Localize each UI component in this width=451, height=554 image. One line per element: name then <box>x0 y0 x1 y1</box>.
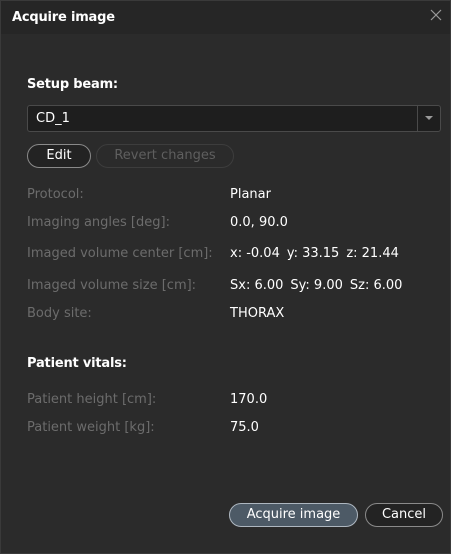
body-site-label: Body site: <box>27 306 92 321</box>
body-site-value: THORAX <box>230 306 285 321</box>
patient-weight-label: Patient weight [kg]: <box>27 420 155 435</box>
volume-center-label: Imaged volume center [cm]: <box>27 246 213 261</box>
acquire-image-button[interactable]: Acquire image <box>229 503 358 527</box>
volume-center-value: x: -0.04 y: 33.15 z: 21.44 <box>230 246 399 261</box>
close-icon[interactable] <box>428 7 444 23</box>
patient-height-label: Patient height [cm]: <box>27 392 157 407</box>
title-bar: Acquire image <box>1 1 450 34</box>
beam-select-value: CD_1 <box>36 111 70 126</box>
center-y-value: y: 33.15 <box>286 246 340 261</box>
size-sz-value: Sz: 6.00 <box>349 278 403 293</box>
volume-size-value: Sx: 6.00 Sy: 9.00 Sz: 6.00 <box>230 278 402 293</box>
cancel-button[interactable]: Cancel <box>365 503 443 527</box>
patient-weight-value: 75.0 <box>230 420 259 435</box>
dialog-title: Acquire image <box>12 10 115 25</box>
volume-size-label: Imaged volume size [cm]: <box>27 278 197 293</box>
protocol-label: Protocol: <box>27 187 84 202</box>
beam-select[interactable]: CD_1 <box>27 105 441 132</box>
imaging-angles-value: 0.0, 90.0 <box>230 215 288 230</box>
chevron-down-icon[interactable] <box>417 106 440 131</box>
protocol-value: Planar <box>230 187 271 202</box>
size-sy-value: Sy: 9.00 <box>290 278 343 293</box>
revert-changes-button[interactable]: Revert changes <box>96 144 234 168</box>
center-z-value: z: 21.44 <box>346 246 399 261</box>
size-sx-value: Sx: 6.00 <box>230 278 284 293</box>
patient-vitals-heading: Patient vitals: <box>27 356 127 371</box>
imaging-angles-label: Imaging angles [deg]: <box>27 215 170 230</box>
patient-height-value: 170.0 <box>230 392 268 407</box>
edit-button[interactable]: Edit <box>27 144 91 168</box>
center-x-value: x: -0.04 <box>230 246 280 261</box>
setup-beam-heading: Setup beam: <box>27 77 118 92</box>
acquire-image-dialog: Acquire image Setup beam: CD_1 Edit Reve… <box>0 0 451 554</box>
